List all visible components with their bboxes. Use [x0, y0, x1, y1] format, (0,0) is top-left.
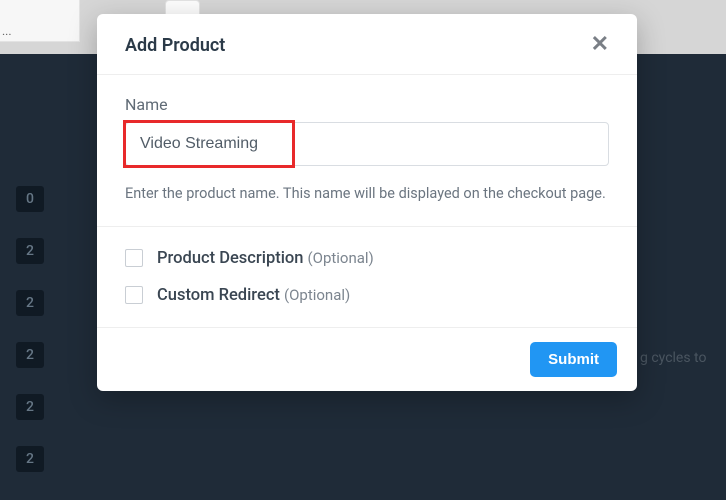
name-label: Name	[125, 95, 609, 114]
modal-header: Add Product ✕	[97, 14, 637, 75]
add-product-modal: Add Product ✕ Name Enter the product nam…	[97, 14, 637, 391]
option-sub-text: (Optional)	[307, 249, 373, 267]
product-description-checkbox[interactable]	[125, 249, 143, 267]
modal-title: Add Product	[125, 35, 225, 56]
submit-button[interactable]: Submit	[530, 342, 617, 377]
custom-redirect-checkbox[interactable]	[125, 286, 143, 304]
product-description-option: Product Description(Optional)	[125, 249, 609, 268]
modal-body: Name Enter the product name. This name w…	[97, 75, 637, 226]
name-input-wrap	[125, 122, 609, 166]
name-help-text: Enter the product name. This name will b…	[125, 180, 609, 208]
modal-footer: Submit	[97, 327, 637, 391]
option-label-text: Custom Redirect	[157, 286, 280, 305]
product-description-label: Product Description(Optional)	[157, 249, 374, 268]
custom-redirect-label: Custom Redirect(Optional)	[157, 286, 350, 305]
custom-redirect-option: Custom Redirect(Optional)	[125, 286, 609, 305]
option-sub-text: (Optional)	[284, 286, 350, 304]
close-icon[interactable]: ✕	[591, 34, 609, 56]
option-label-text: Product Description	[157, 249, 303, 268]
modal-overlay: Add Product ✕ Name Enter the product nam…	[0, 0, 726, 500]
name-input[interactable]	[125, 122, 609, 166]
options-section: Product Description(Optional) Custom Red…	[97, 227, 637, 327]
